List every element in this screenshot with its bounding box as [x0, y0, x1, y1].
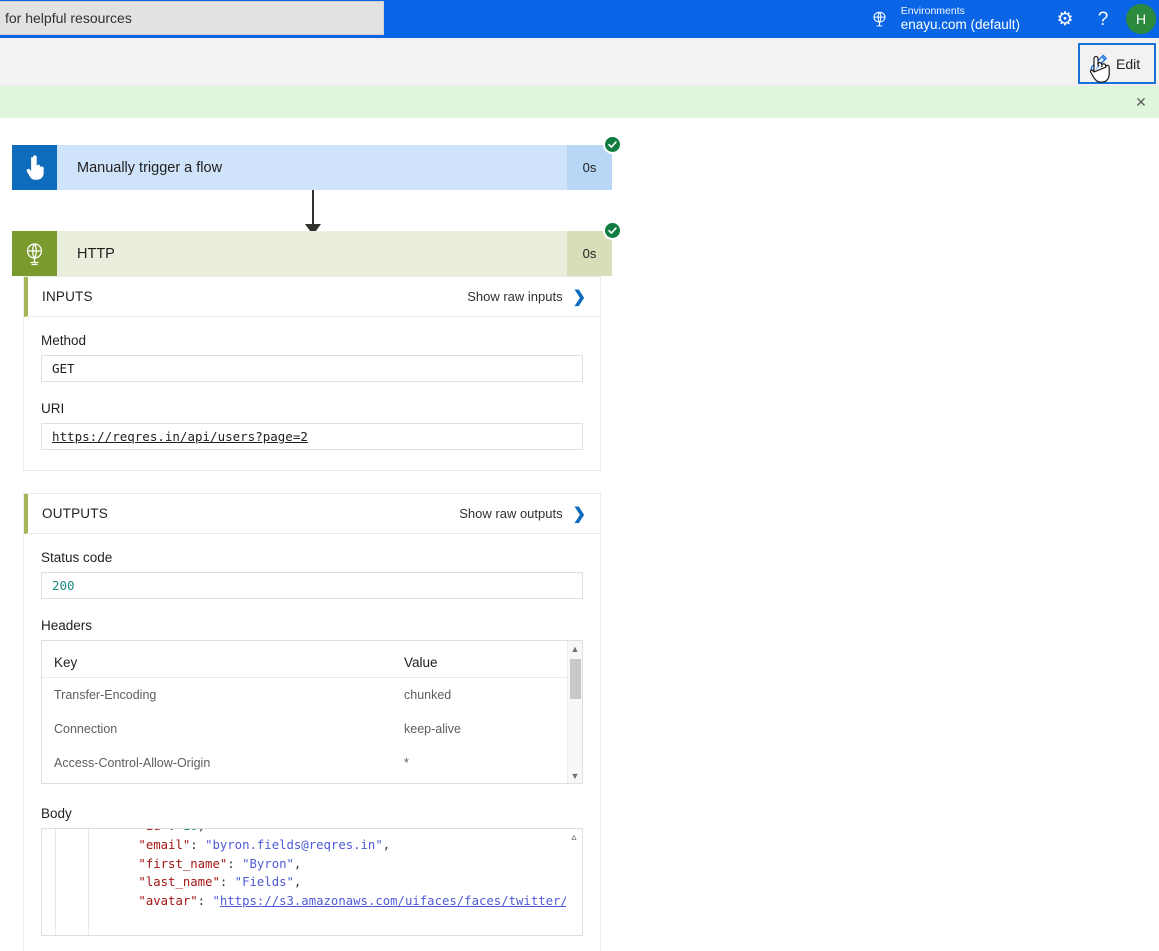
- code-gutter-inner: [56, 829, 89, 935]
- avatar-initial: H: [1135, 11, 1147, 27]
- method-label: Method: [41, 333, 87, 348]
- scrollbar-thumb[interactable]: [570, 659, 581, 699]
- environment-globe-icon: [865, 0, 895, 38]
- show-raw-inputs-label: Show raw inputs: [467, 289, 563, 304]
- outputs-section-body: Status code 200 Headers Key Value Transf…: [24, 534, 600, 951]
- outputs-section-header: OUTPUTS Show raw outputs ❯: [24, 494, 600, 534]
- app-header: for helpful resources Environments enayu…: [0, 0, 1159, 38]
- uri-label: URI: [41, 401, 65, 416]
- header-value-cell: keep-alive: [404, 722, 461, 736]
- table-row: Access-Control-Allow-Origin *: [42, 746, 582, 780]
- chevron-right-icon: ❯: [572, 505, 586, 523]
- flow-card-trigger[interactable]: Manually trigger a flow 0s: [12, 135, 622, 190]
- settings-button[interactable]: ⚙: [1046, 0, 1084, 38]
- header-key-cell: Connection: [54, 722, 118, 736]
- chevron-up-icon[interactable]: ▲: [568, 641, 582, 656]
- status-code-value: 200: [52, 578, 75, 593]
- edit-button[interactable]: Edit: [1078, 43, 1156, 84]
- code-line: "id": 10,: [94, 829, 582, 836]
- environment-value: enayu.com (default): [900, 17, 1020, 33]
- pencil-edit-icon: [1088, 50, 1110, 77]
- code-line: "first_name": "Byron",: [138, 856, 302, 871]
- code-gutter-outer: [42, 829, 56, 935]
- flow-card-trigger-title: Manually trigger a flow: [57, 145, 567, 190]
- body-label: Body: [41, 806, 72, 821]
- http-action-details: INPUTS Show raw inputs ❯ Method GET URI …: [23, 276, 601, 951]
- show-raw-inputs-link[interactable]: Show raw inputs ❯: [467, 287, 586, 307]
- gear-icon: ⚙: [1056, 8, 1074, 30]
- headers-table-header-row: Key Value: [42, 655, 582, 678]
- status-badge-success: [603, 135, 622, 154]
- header-value-cell: *: [404, 756, 409, 770]
- inputs-section-body: Method GET URI https://reqres.in/api/use…: [24, 317, 600, 470]
- header-value-cell: chunked: [404, 688, 452, 702]
- headers-column-value: Value: [392, 655, 582, 678]
- close-icon[interactable]: ✕: [1129, 90, 1153, 114]
- header-right-cluster: Environments enayu.com (default) ⚙ ? H: [865, 0, 1159, 38]
- headers-scrollbar[interactable]: ▲ ▼: [567, 641, 582, 783]
- command-bar: Edit: [0, 38, 1159, 86]
- headers-label: Headers: [41, 618, 93, 633]
- http-globe-icon: [12, 231, 57, 276]
- chevron-down-icon[interactable]: ▼: [568, 768, 582, 783]
- inputs-section-title: INPUTS: [42, 289, 93, 304]
- body-code-viewer[interactable]: "id": 10, "email": "byron.fields@reqres.…: [41, 828, 583, 936]
- edit-button-label: Edit: [1116, 55, 1141, 72]
- notification-banner: ✕: [0, 86, 1159, 118]
- code-line: "email": "byron.fields@reqres.in",: [138, 837, 391, 852]
- environment-label: Environments: [900, 5, 965, 18]
- flow-run-canvas: Manually trigger a flow 0s HTTP 0s INPUT…: [0, 118, 1159, 951]
- outputs-section: OUTPUTS Show raw outputs ❯ Status code 2…: [23, 493, 601, 951]
- headers-table-body: Transfer-Encoding chunked Connection keep-a…: [42, 678, 582, 781]
- question-mark-icon: ?: [1097, 8, 1109, 30]
- chevron-up-icon[interactable]: ▵: [566, 829, 582, 845]
- flow-card-http[interactable]: HTTP 0s: [12, 221, 622, 276]
- show-raw-outputs-link[interactable]: Show raw outputs ❯: [459, 504, 586, 524]
- chevron-right-icon: ❯: [572, 288, 586, 306]
- search-input[interactable]: for helpful resources: [0, 1, 384, 35]
- inputs-section-header: INPUTS Show raw inputs ❯: [24, 277, 600, 317]
- status-badge-success: [603, 221, 622, 240]
- status-code-label: Status code: [41, 550, 113, 565]
- avatar[interactable]: H: [1126, 4, 1156, 34]
- method-value: GET: [41, 355, 583, 382]
- body-json-content: "id": 10, "email": "byron.fields@reqres.…: [94, 829, 583, 911]
- uri-value[interactable]: https://reqres.in/api/users?page=2: [52, 429, 308, 444]
- code-line: "avatar": "https://s3.amazonaws.com/uifa…: [138, 894, 583, 909]
- status-code-value-box: 200: [41, 572, 583, 599]
- inputs-section: INPUTS Show raw inputs ❯ Method GET URI …: [23, 276, 601, 471]
- flow-card-trigger-duration: 0s: [567, 145, 612, 190]
- table-row: Transfer-Encoding chunked: [42, 678, 582, 713]
- header-key-cell: Access-Control-Allow-Origin: [54, 756, 211, 770]
- outputs-section-title: OUTPUTS: [42, 506, 108, 521]
- code-line: "last_name": "Fields",: [138, 875, 302, 890]
- headers-table: Key Value Transfer-Encoding chunked Connec…: [42, 655, 582, 780]
- flow-card-http-duration: 0s: [567, 231, 612, 276]
- help-button[interactable]: ?: [1084, 0, 1122, 38]
- headers-table-wrapper: Key Value Transfer-Encoding chunked Connec…: [41, 640, 583, 784]
- flow-card-http-title: HTTP: [57, 231, 567, 276]
- uri-value-box: https://reqres.in/api/users?page=2: [41, 423, 583, 450]
- manual-trigger-hand-icon: [12, 145, 57, 190]
- body-scrollbar[interactable]: ▵: [566, 829, 582, 935]
- header-key-cell: Transfer-Encoding: [54, 688, 157, 702]
- show-raw-outputs-label: Show raw outputs: [459, 506, 563, 521]
- table-row: Connection keep-alive: [42, 712, 582, 746]
- environment-selector[interactable]: Environments enayu.com (default): [901, 5, 1020, 33]
- headers-column-key: Key: [42, 655, 392, 678]
